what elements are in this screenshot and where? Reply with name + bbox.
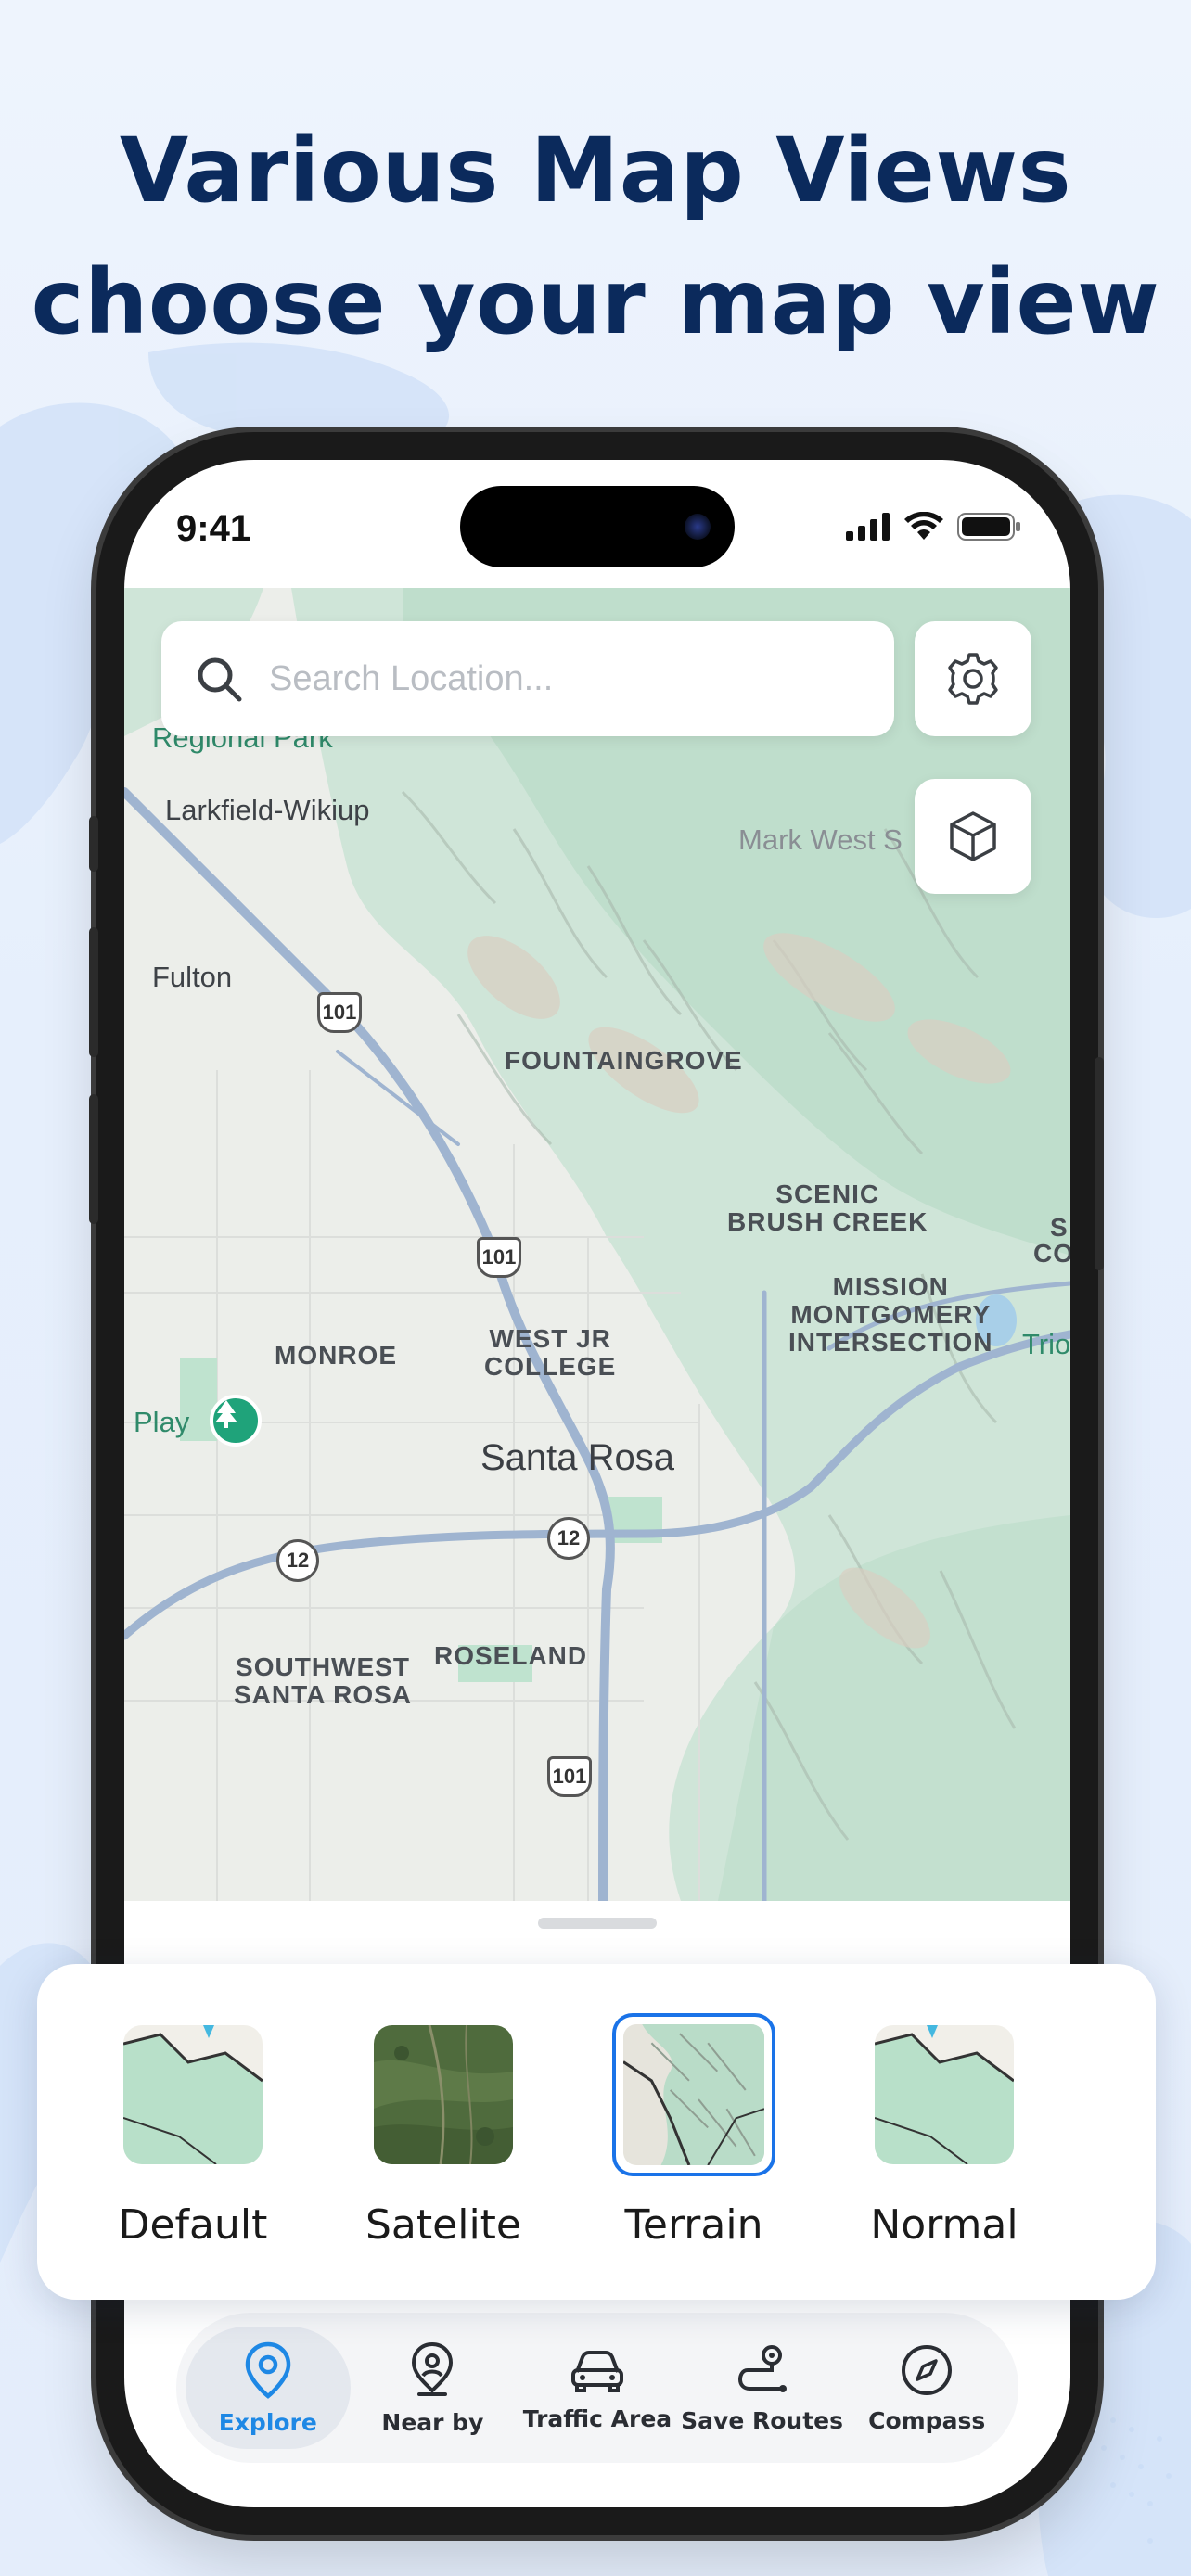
dynamic-island [460,486,735,567]
map-label-santa-rosa: Santa Rosa [480,1437,675,1478]
map-style-terrain[interactable]: Terrain [592,2013,796,2249]
map-style-normal-thumbnail [875,2025,1014,2164]
map-label-west-jr-college: WEST JR COLLEGE [484,1326,616,1380]
map-style-normal[interactable]: Normal [842,2025,1046,2249]
map-label-mark-west: Mark West S [738,823,903,856]
map-label-mission-montgomery: MISSION MONTGOMERY INTERSECTION [788,1274,992,1356]
map-label-mission-line1: MISSION [832,1272,949,1301]
gear-icon [948,653,998,705]
headline-subtitle: choose your map view [31,250,1160,354]
3d-view-button[interactable] [915,779,1031,894]
location-pin-icon [245,2341,291,2399]
map-label-mission-line3: INTERSECTION [788,1328,993,1357]
search-icon [198,657,242,702]
tree-icon [215,1400,237,1428]
map-label-westjr-line2: COLLEGE [484,1352,617,1381]
map-style-terrain-label: Terrain [624,2201,763,2249]
wifi-icon [904,512,943,540]
map-style-terrain-thumbnail [612,2013,775,2176]
highway-shield-12: 12 [276,1539,319,1582]
status-icons [846,512,1022,542]
map-label-westjr-line1: WEST JR [489,1324,611,1353]
map-style-normal-label: Normal [870,2201,1018,2249]
map-label-mission-line2: MONTGOMERY [790,1300,992,1329]
map-label-monroe: MONROE [275,1341,397,1370]
map-label-scenic-brush-creek: SCENIC BRUSH CREEK [727,1181,928,1235]
map-label-southwest-santa-rosa: SOUTHWEST SANTA ROSA [234,1654,412,1708]
tab-save-routes[interactable]: Save Routes [680,2327,845,2449]
map-style-selector: Default Satelite Terrain Normal [37,1964,1156,2300]
phone-volume-up-button [89,927,98,1057]
map-label-scenic-line2: BRUSH CREEK [727,1207,928,1236]
tab-explore[interactable]: Explore [186,2327,351,2449]
map-label-trio: Trio [1022,1328,1070,1360]
battery-icon [957,513,1020,541]
map-label-larkfield: Larkfield-Wikiup [165,794,370,826]
camera-icon [685,514,711,540]
car-icon [570,2350,623,2392]
map-label-southwest-line1: SOUTHWEST [236,1652,410,1681]
tab-compass[interactable]: Compass [844,2327,1009,2449]
nearby-pin-icon [412,2341,454,2396]
highway-shield-101: 101 [317,992,362,1033]
tab-traffic-area-label: Traffic Area [522,2404,672,2432]
map-style-satelite[interactable]: Satelite [341,2025,545,2249]
map-style-default-thumbnail [123,2025,263,2164]
status-time: 9:41 [176,508,251,549]
map-label-right-s: S [1050,1213,1069,1242]
highway-shield-101: 101 [547,1756,592,1797]
sheet-handle[interactable] [538,1918,657,1929]
tab-traffic-area[interactable]: Traffic Area [515,2327,680,2449]
settings-button[interactable] [915,621,1031,736]
highway-shield-12: 12 [547,1517,590,1560]
map-style-default[interactable]: Default [91,2025,295,2249]
map-label-right-co: CO [1033,1239,1070,1268]
map-style-satelite-label: Satelite [365,2201,521,2249]
cube-icon [950,811,996,861]
tab-compass-label: Compass [868,2406,986,2434]
headline-title: Various Map Views [119,119,1072,223]
phone-volume-down-button [89,1094,98,1224]
map-style-satelite-thumbnail [374,2025,513,2164]
highway-shield-101: 101 [477,1237,521,1278]
map-label-roseland: ROSELAND [434,1641,588,1670]
search-bar[interactable] [161,621,894,736]
park-marker-icon[interactable] [210,1395,262,1447]
tab-save-routes-label: Save Routes [681,2406,843,2434]
cellular-signal-icon [846,513,890,541]
map-label-fountaingrove: FOUNTAINGROVE [505,1046,743,1075]
route-icon [737,2344,787,2392]
phone-power-button [1095,1057,1104,1270]
map-style-default-label: Default [118,2201,268,2249]
map-label-fulton: Fulton [152,961,233,993]
bottom-tab-bar: Explore Near by Traffic Area Save Routes… [176,2313,1018,2463]
phone-side-button [89,816,98,872]
map-label-play: Play [134,1406,190,1438]
tab-explore-label: Explore [218,2408,317,2436]
compass-icon [902,2344,953,2395]
search-input[interactable] [269,658,863,699]
map-label-scenic-line1: SCENIC [775,1180,880,1208]
tab-near-by-label: Near by [381,2408,484,2436]
tab-near-by[interactable]: Near by [351,2327,516,2449]
map-label-southwest-line2: SANTA ROSA [234,1680,412,1709]
